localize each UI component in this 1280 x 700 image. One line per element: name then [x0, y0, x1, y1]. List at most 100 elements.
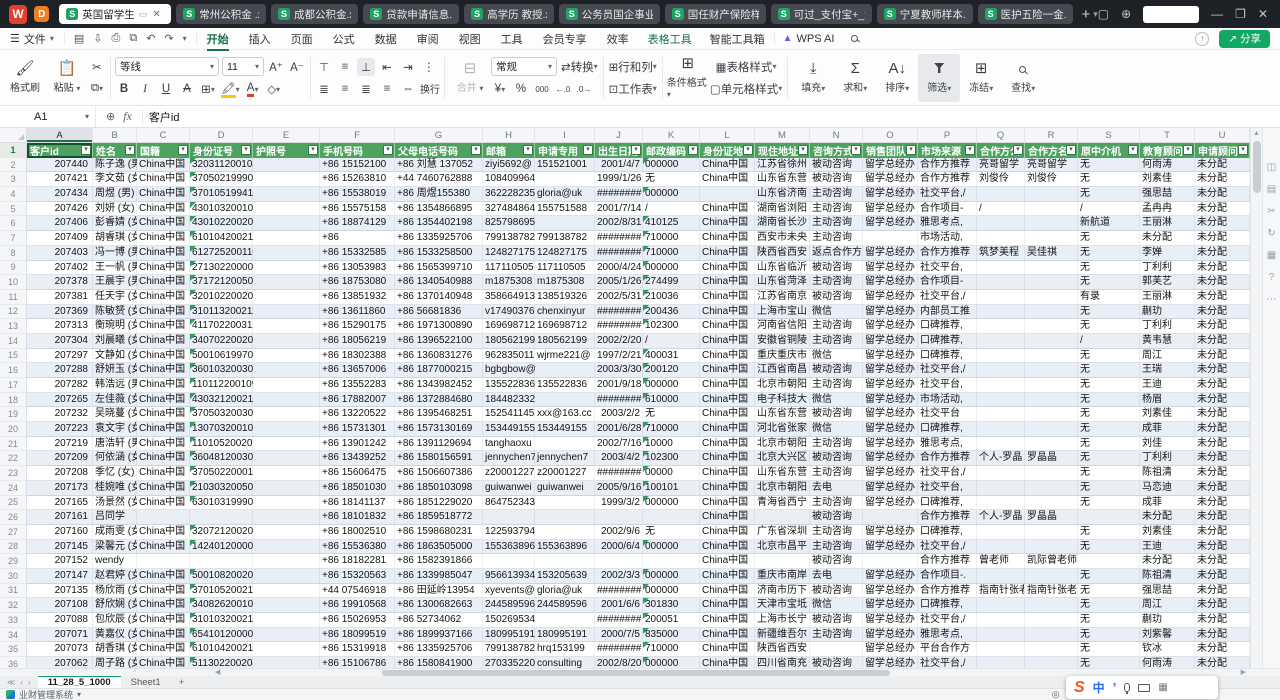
document-tab[interactable]: S宁夏教师样本.xlsx: [877, 4, 973, 24]
cell-K33[interactable]: 200051: [643, 613, 700, 628]
cell-C24[interactable]: China中国: [137, 481, 190, 496]
cell-P22[interactable]: 合作方推荐: [918, 451, 977, 466]
document-tab[interactable]: S成都公积金.xlsx: [271, 4, 358, 24]
cell-O26[interactable]: [863, 510, 918, 525]
document-tab[interactable]: S贷款申请信息.xlsx: [363, 4, 459, 24]
cell-S15[interactable]: 无: [1078, 349, 1140, 364]
cell-G36[interactable]: +86 1580841900: [395, 657, 483, 668]
cell-H31[interactable]: xyevents@: [483, 584, 535, 599]
cell-M27[interactable]: 广东省深圳: [755, 525, 810, 540]
cell-Q6[interactable]: [977, 216, 1025, 231]
cell-D36[interactable]: 511302200208200025: [190, 657, 253, 668]
cell-S23[interactable]: 无: [1078, 466, 1140, 481]
cell-S36[interactable]: 无: [1078, 657, 1140, 668]
cell-R27[interactable]: [1025, 525, 1078, 540]
cell-L7[interactable]: China中国: [700, 231, 755, 246]
cell-I11[interactable]: 138519326: [535, 290, 595, 305]
cell-R34[interactable]: [1025, 628, 1078, 643]
cell-Q22[interactable]: 个人-罗晶: [977, 451, 1025, 466]
cell-J11[interactable]: 2002/5/31: [595, 290, 643, 305]
cell-H4[interactable]: 362228235: [483, 187, 535, 202]
cell-U24[interactable]: 未分配: [1195, 481, 1250, 496]
cell-T26[interactable]: 未分配: [1140, 510, 1195, 525]
row-header-35[interactable]: 35: [0, 642, 27, 657]
cell-M25[interactable]: 青海省西宁: [755, 496, 810, 511]
cell-O23[interactable]: 留学总经办: [863, 466, 918, 481]
layout-switch-icon[interactable]: ▢: [1098, 7, 1109, 21]
cell-T7[interactable]: 未分配: [1140, 231, 1195, 246]
cell-A4[interactable]: 207434: [27, 187, 93, 202]
fx-icon[interactable]: fx: [123, 109, 132, 124]
cell-F31[interactable]: +44 07546918: [320, 584, 395, 599]
cell-R22[interactable]: 罗晶晶: [1025, 451, 1078, 466]
cell-S20[interactable]: 无: [1078, 422, 1140, 437]
cell-M13[interactable]: 河南省信阳: [755, 319, 810, 334]
cell-H22[interactable]: jennychen7: [483, 451, 535, 466]
cell-D10[interactable]: 371721200501264452: [190, 275, 253, 290]
cell-O12[interactable]: 留学总经办: [863, 305, 918, 320]
wps-ai-button[interactable]: ▲WPS AI: [774, 33, 843, 45]
column-header-K[interactable]: K: [643, 128, 700, 142]
cell-T2[interactable]: 何雨涛: [1140, 158, 1195, 173]
panel-grid-icon[interactable]: ▦: [1267, 250, 1276, 261]
cell-S9[interactable]: 无: [1078, 261, 1140, 276]
cell-N6[interactable]: 主动咨询: [810, 216, 863, 231]
cell-L4[interactable]: [700, 187, 755, 202]
cell-E16[interactable]: [253, 363, 320, 378]
cell-I15[interactable]: wjrme221@: [535, 349, 595, 364]
search-button[interactable]: [842, 31, 869, 47]
column-header-B[interactable]: B: [93, 128, 137, 142]
quick-access-dropdown-icon[interactable]: ▾: [183, 34, 187, 43]
font-size-select[interactable]: 11▾: [222, 57, 264, 76]
column-header-G[interactable]: G: [395, 128, 483, 142]
cell-F14[interactable]: +86 18056219: [320, 334, 395, 349]
cell-T15[interactable]: 周江: [1140, 349, 1195, 364]
cell-D25[interactable]: 630103199903020823: [190, 496, 253, 511]
cell-J31[interactable]: ########: [595, 584, 643, 599]
cell-C26[interactable]: [137, 510, 190, 525]
cell-K35[interactable]: 710000: [643, 642, 700, 657]
cell-E25[interactable]: [253, 496, 320, 511]
cell-I20[interactable]: 153449155: [535, 422, 595, 437]
cell-U7[interactable]: 未分配: [1195, 231, 1250, 246]
cell-S30[interactable]: 无: [1078, 569, 1140, 584]
cell-I17[interactable]: 135522836: [535, 378, 595, 393]
cell-D12[interactable]: 310113200211152925: [190, 305, 253, 320]
cell-E23[interactable]: [253, 466, 320, 481]
cell-G13[interactable]: +86 1971300890: [395, 319, 483, 334]
document-tab[interactable]: S公务员国企事业单位: [559, 4, 660, 24]
column-header-R[interactable]: R: [1025, 128, 1078, 142]
cell-T21[interactable]: 刘佳: [1140, 437, 1195, 452]
cell-F11[interactable]: +86 13851932: [320, 290, 395, 305]
cell-I27[interactable]: [535, 525, 595, 540]
cell-B24[interactable]: 桂婉唯 (女: [93, 481, 137, 496]
cell-B22[interactable]: 何依涵 (女: [93, 451, 137, 466]
cell-Q29[interactable]: 曾老师: [977, 554, 1025, 569]
cell-U19[interactable]: 未分配: [1195, 407, 1250, 422]
cell-H6[interactable]: 825798695XXX@163.: [483, 216, 535, 231]
cell-D24[interactable]: 210303200509160922: [190, 481, 253, 496]
cell-T36[interactable]: 何雨涛: [1140, 657, 1195, 668]
cell-D35[interactable]: 610104200212213421: [190, 642, 253, 657]
cell-H11[interactable]: 358664913: [483, 290, 535, 305]
cell-I5[interactable]: 155751588: [535, 202, 595, 217]
cell-M16[interactable]: 江西省南昌: [755, 363, 810, 378]
fill-color-button[interactable]: 🖍▾: [220, 80, 241, 98]
cell-B25[interactable]: 汤景然 (女: [93, 496, 137, 511]
document-tab[interactable]: S可过_支付宝+_滴滴: [771, 4, 872, 24]
cell-P10[interactable]: 合作项目-: [918, 275, 977, 290]
cell-B18[interactable]: 左佳薇 (女: [93, 393, 137, 408]
cell-N28[interactable]: 主动咨询: [810, 540, 863, 555]
cell-A27[interactable]: 207160: [27, 525, 93, 540]
cell-A2[interactable]: 207440: [27, 158, 93, 173]
cell-D26[interactable]: [190, 510, 253, 525]
cell-K20[interactable]: 710000: [643, 422, 700, 437]
cell-L10[interactable]: China中国: [700, 275, 755, 290]
cell-Q20[interactable]: [977, 422, 1025, 437]
cell-K27[interactable]: 无: [643, 525, 700, 540]
cell-E22[interactable]: [253, 451, 320, 466]
cell-T14[interactable]: 黄韦慧: [1140, 334, 1195, 349]
cell-L26[interactable]: China中国: [700, 510, 755, 525]
cell-B6[interactable]: 彭睿婧 (女: [93, 216, 137, 231]
column-header-P[interactable]: P: [918, 128, 977, 142]
